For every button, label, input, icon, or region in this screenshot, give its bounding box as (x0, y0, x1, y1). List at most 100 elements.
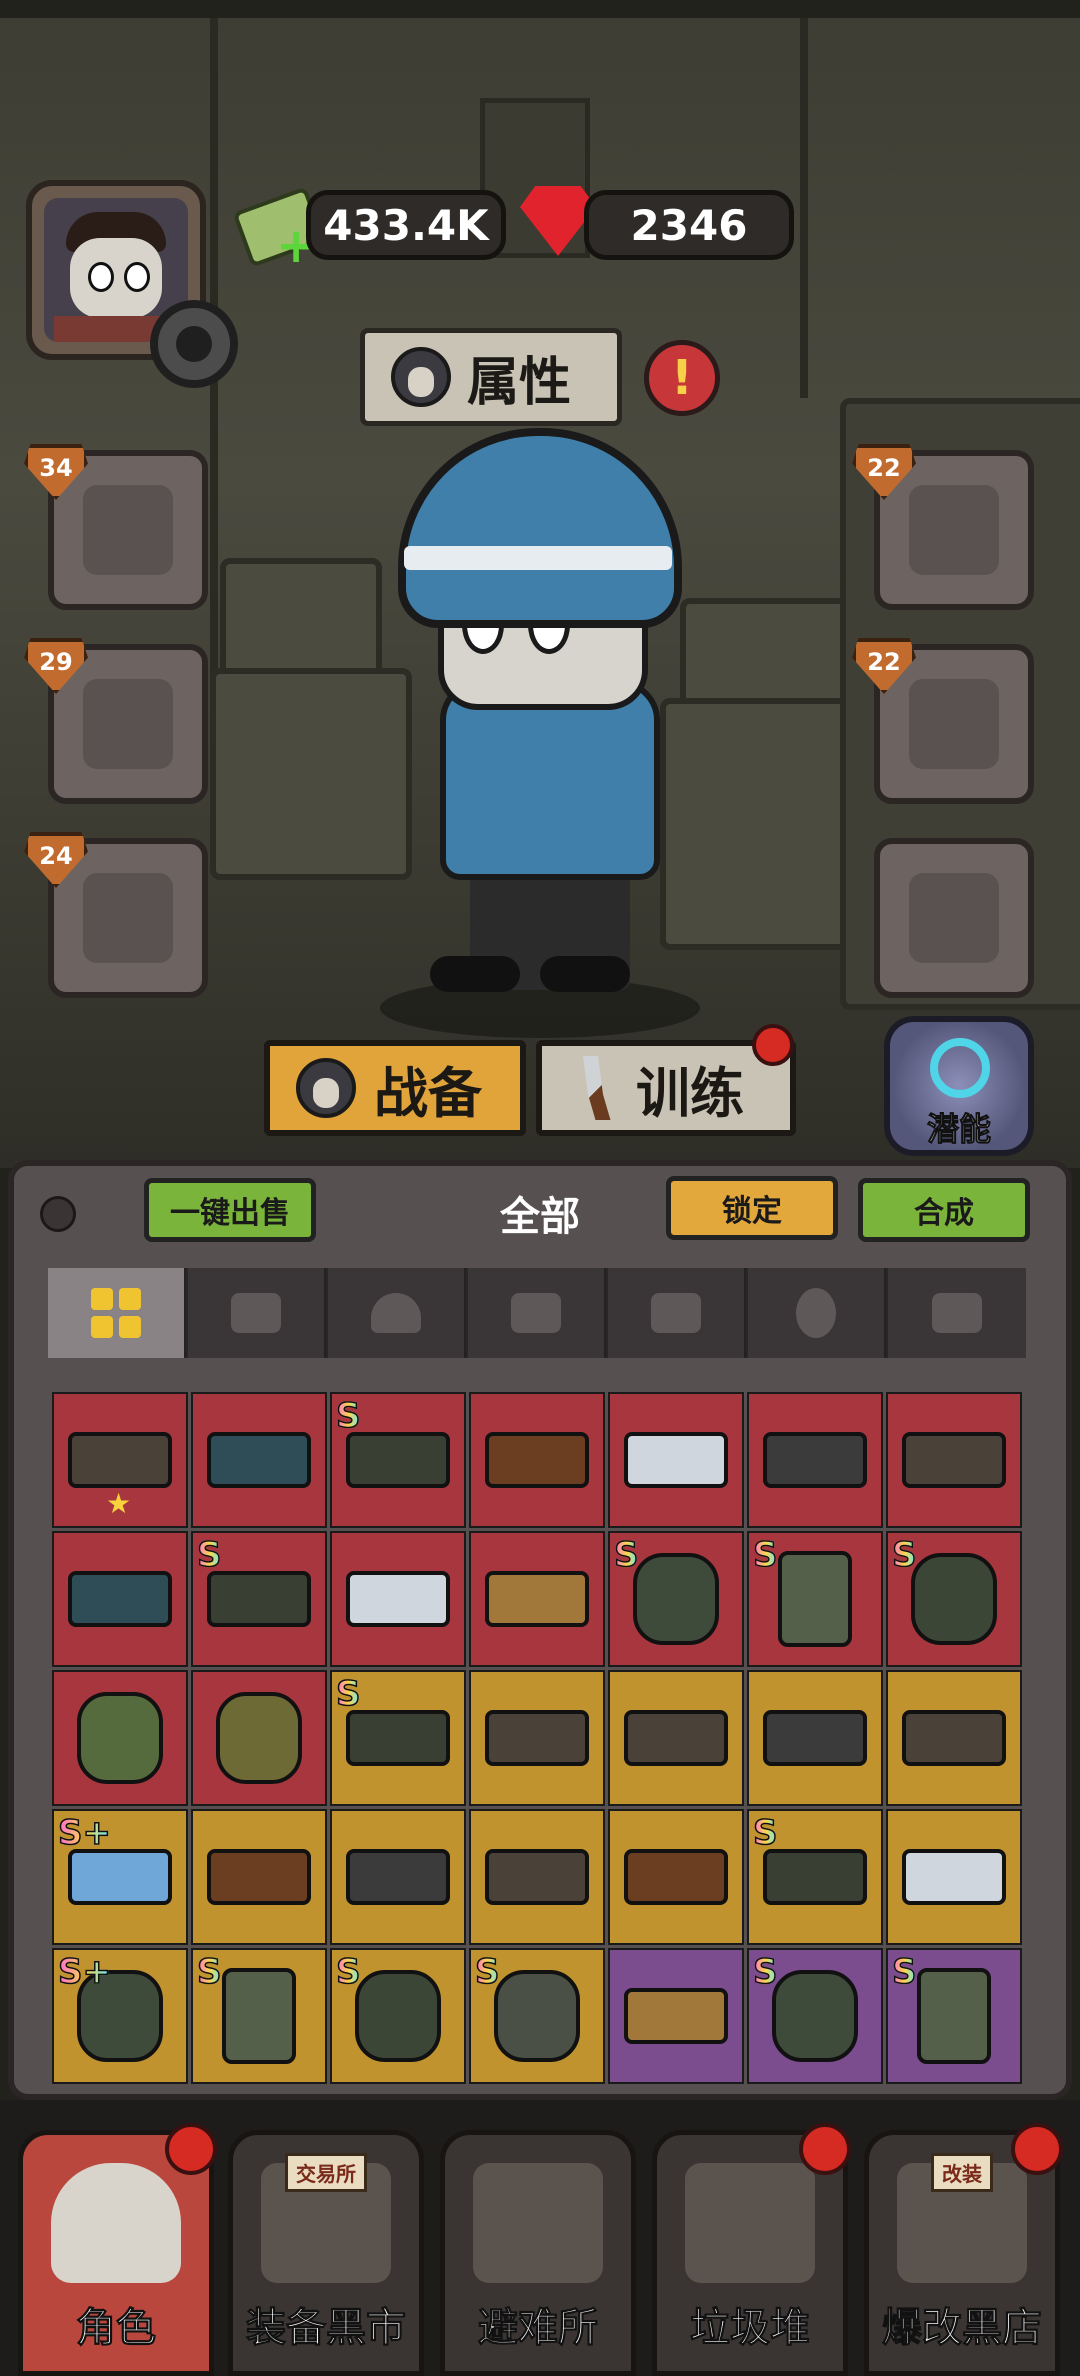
inventory-item[interactable] (469, 1531, 605, 1667)
potential-label: 潜能 (926, 1110, 991, 1149)
nav-modding-shop[interactable]: 改装 爆改黑店 (864, 2123, 1063, 2376)
filter-backpack[interactable] (888, 1268, 1026, 1358)
rifle-icon (485, 1710, 589, 1766)
filter-all[interactable] (48, 1268, 186, 1358)
inventory-item[interactable]: S (608, 1531, 744, 1667)
all-grid-icon (91, 1288, 141, 1338)
inventory-item[interactable]: S (469, 1948, 605, 2084)
character-icon (51, 2163, 181, 2283)
inventory-item[interactable] (608, 1948, 744, 2084)
inventory-item[interactable]: S (886, 1531, 1022, 1667)
inventory-item[interactable]: S+ (52, 1948, 188, 2084)
inventory-item[interactable] (469, 1670, 605, 1806)
rifle-icon (624, 1710, 728, 1766)
armor-icon (355, 1970, 441, 2062)
rarity-badge: S (335, 1395, 361, 1437)
attributes-alert-icon[interactable]: ! (644, 340, 720, 416)
tab-gear[interactable]: 战备 (264, 1040, 526, 1136)
nav-label: 避难所 (478, 2305, 599, 2352)
armor-silhouette-icon (909, 485, 999, 575)
notification-dot (1011, 2123, 1063, 2175)
inventory-item[interactable] (886, 1809, 1022, 1945)
inventory-item[interactable]: S+ (52, 1809, 188, 1945)
category-filter-bar (48, 1268, 1026, 1358)
inventory-item[interactable]: S (191, 1948, 327, 2084)
filter-helmet[interactable] (328, 1268, 466, 1358)
launcher-icon (207, 1432, 311, 1488)
filter-weapon[interactable] (188, 1268, 326, 1358)
inventory-item[interactable]: S (330, 1670, 466, 1806)
attributes-button[interactable]: 属性 (360, 328, 622, 426)
nav-equipment-market[interactable]: 交易所 装备黑市 (228, 2130, 424, 2376)
inventory-item[interactable]: S (747, 1948, 883, 2084)
junk-pile-icon (685, 2163, 815, 2283)
inventory-item[interactable] (747, 1670, 883, 1806)
notification-dot (799, 2123, 851, 2175)
inventory-item[interactable] (330, 1531, 466, 1667)
armor-icon (911, 1553, 997, 1645)
helmet-icon (772, 1970, 858, 2062)
inventory-item[interactable] (886, 1670, 1022, 1806)
gem-counter[interactable]: 2346 (584, 190, 794, 260)
inventory-item[interactable] (608, 1392, 744, 1528)
cannon-icon (624, 1432, 728, 1488)
rarity-badge: S (752, 1951, 778, 1993)
lock-label: 锁定 (722, 1194, 782, 1229)
inventory-item[interactable] (886, 1392, 1022, 1528)
inventory-item[interactable]: S (191, 1531, 327, 1667)
sell-all-label: 一键出售 (170, 1196, 290, 1231)
filter-mask[interactable] (748, 1268, 886, 1358)
cash-counter[interactable]: 433.4K (306, 190, 506, 260)
character-jacket (440, 680, 660, 880)
nav-shelter[interactable]: 避难所 (440, 2130, 636, 2376)
nav-character[interactable]: 角色 (18, 2123, 217, 2376)
inventory-item[interactable] (191, 1809, 327, 1945)
inventory-item[interactable]: S (747, 1531, 883, 1667)
potential-emblem-icon (930, 1038, 990, 1098)
inventory-item[interactable] (52, 1670, 188, 1806)
favorite-star-icon: ★ (106, 1487, 132, 1520)
mask-icon (494, 1970, 580, 2062)
slot-backpack[interactable] (874, 838, 1034, 998)
inventory-item[interactable] (191, 1670, 327, 1806)
inventory-item[interactable] (608, 1670, 744, 1806)
helmet-icon (371, 1293, 421, 1333)
sell-all-button[interactable]: 一键出售 (144, 1178, 316, 1242)
cash-amount: 433.4K (323, 200, 489, 250)
inventory-grid: ★ S S S S S S S+ S S+ S S S S S (52, 1392, 1024, 2084)
inventory-item[interactable] (469, 1809, 605, 1945)
inventory-item[interactable]: S (886, 1948, 1022, 2084)
smg-icon (763, 1432, 867, 1488)
inventory-item[interactable] (191, 1392, 327, 1528)
merge-button[interactable]: 合成 (858, 1178, 1030, 1242)
inventory-item[interactable]: S (747, 1809, 883, 1945)
rarity-badge: S (474, 1951, 500, 1993)
potential-button[interactable]: 潜能 (884, 1016, 1034, 1156)
inventory-item[interactable] (608, 1809, 744, 1945)
inventory-item[interactable]: S (330, 1392, 466, 1528)
launcher-icon (68, 1571, 172, 1627)
sniper-icon (485, 1571, 589, 1627)
inventory-item[interactable] (469, 1392, 605, 1528)
settings-gear-icon[interactable] (150, 300, 238, 388)
boots-icon (778, 1551, 852, 1647)
rarity-badge: S (335, 1673, 361, 1715)
rifle-icon (485, 1849, 589, 1905)
filter-pants[interactable] (468, 1268, 606, 1358)
inventory-item[interactable]: S (330, 1948, 466, 2084)
pants-silhouette-icon (83, 873, 173, 963)
inventory-item[interactable]: ★ (52, 1392, 188, 1528)
filter-armor[interactable] (608, 1268, 746, 1358)
modding-shop-sign: 改装 (931, 2153, 993, 2192)
inventory-item[interactable] (52, 1531, 188, 1667)
inventory-item[interactable] (330, 1809, 466, 1945)
sniper-icon (624, 1988, 728, 2044)
merge-label: 合成 (914, 1196, 974, 1231)
tab-training-label: 训练 (636, 1061, 744, 1125)
lock-button[interactable]: 锁定 (666, 1176, 838, 1240)
ak-icon (624, 1849, 728, 1905)
inventory-item[interactable] (747, 1392, 883, 1528)
nav-junk-pile[interactable]: 垃圾堆 (652, 2123, 851, 2376)
rarity-badge: S+ (57, 1951, 111, 1993)
weapon-silhouette-icon (83, 485, 173, 575)
